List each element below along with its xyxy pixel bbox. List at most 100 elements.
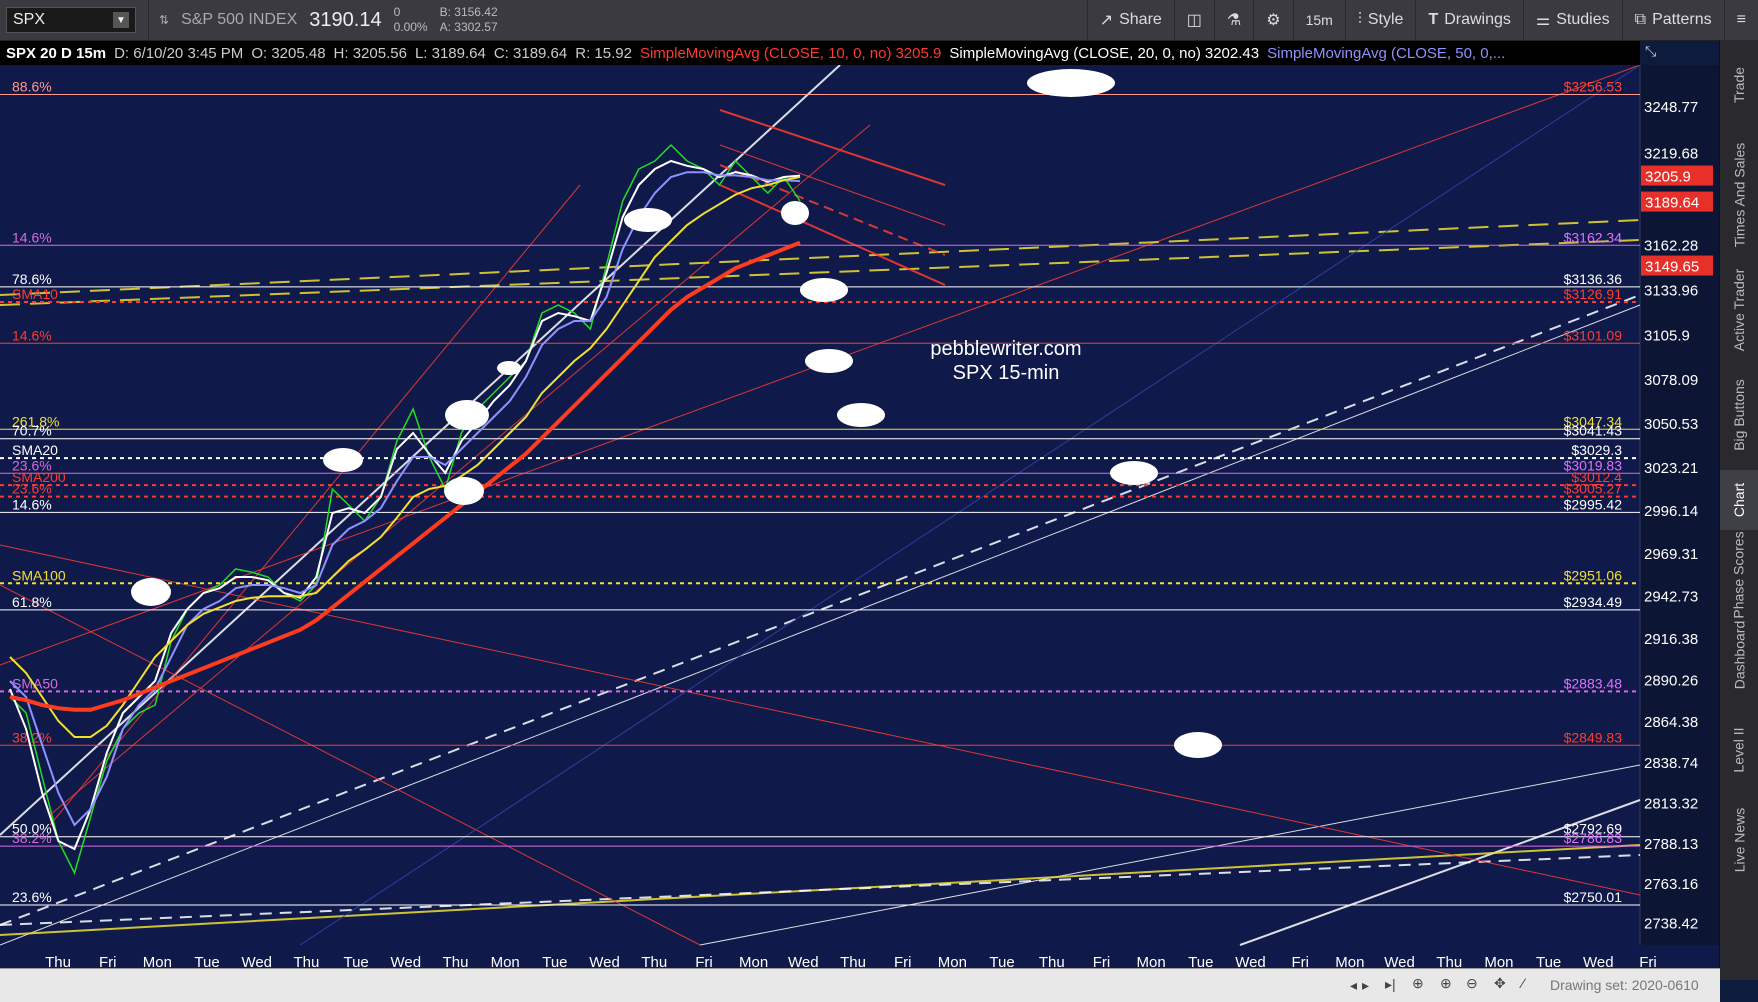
camera-icon: ◫: [1186, 12, 1202, 29]
side-tab-dashboard[interactable]: Dashboard: [1720, 610, 1758, 700]
y-tick-label: 2996.14: [1644, 503, 1698, 520]
y-tick-label: 2738.42: [1644, 916, 1698, 933]
zoom-out-icon[interactable]: ⊖: [1466, 975, 1478, 992]
pan-icon[interactable]: ✥: [1494, 975, 1506, 992]
bar-range: R: 15.92: [575, 44, 632, 62]
chart-info-bar: SPX 20 D 15m D: 6/10/20 3:45 PM O: 3205.…: [0, 41, 1640, 65]
link-icon[interactable]: ⇅: [159, 13, 169, 27]
x-tick-label: Mon: [938, 954, 967, 968]
marker-ellipse: [445, 400, 489, 430]
side-tab-label: Level II: [1731, 727, 1748, 773]
side-tab-level-ii[interactable]: Level II: [1720, 710, 1758, 790]
price-chart[interactable]: 88.6% $3256.53 14.6% $3162.34 78.6% $3136.36 S…: [0, 64, 1720, 971]
expand-icon[interactable]: ⤡: [1645, 43, 1656, 60]
side-tab-label: Big Buttons: [1731, 379, 1748, 451]
side-tab-live-news[interactable]: Live News: [1720, 800, 1758, 880]
sma50-label: SimpleMovingAvg (CLOSE, 50, 0,...: [1267, 44, 1506, 62]
symbol-selector[interactable]: SPX ▼: [6, 7, 136, 33]
side-tab-chart[interactable]: Chart: [1720, 470, 1758, 530]
marker-ellipse: [497, 361, 521, 375]
side-tab-big-buttons[interactable]: Big Buttons: [1720, 370, 1758, 460]
x-tick-label: Tue: [343, 954, 368, 968]
patterns-button[interactable]: ⧉ Patterns: [1621, 0, 1724, 40]
y-tick-label: 2864.38: [1644, 714, 1698, 731]
y-tick-label: 3023.21: [1644, 460, 1698, 477]
level-right-label: $2786.83: [1564, 830, 1623, 846]
scroll-right-icon[interactable]: ▸: [1362, 977, 1369, 994]
share-icon: ↗: [1099, 12, 1114, 29]
drawings-label: Drawings: [1444, 11, 1511, 28]
chevron-down-icon[interactable]: ▼: [113, 12, 129, 28]
marker-ellipse: [323, 448, 363, 472]
marker-ellipse: [131, 578, 171, 606]
y-tick-label: 2969.31: [1644, 546, 1698, 563]
camera-button[interactable]: ◫: [1173, 0, 1214, 40]
level-right-label: $3029.3: [1571, 442, 1622, 458]
side-tab-times-and-sales[interactable]: Times And Sales: [1720, 140, 1758, 250]
sma10-value: 3205.9: [895, 44, 942, 62]
side-tab-label: Chart: [1730, 482, 1747, 518]
marker-ellipse: [1027, 69, 1115, 97]
bar-open: O: 3205.48: [251, 44, 326, 62]
settings-button[interactable]: ⚙: [1253, 0, 1292, 40]
marker-ellipse: [800, 278, 848, 302]
x-tick-label: Thu: [641, 954, 667, 968]
menu-button[interactable]: ≡: [1723, 0, 1758, 40]
y-tick-label: 2890.26: [1644, 673, 1698, 690]
level-left-label: 23.6%: [12, 889, 52, 905]
watermark-text: SPX 15-min: [953, 362, 1060, 384]
x-tick-label: Wed: [241, 954, 272, 968]
change-percent: 0.00%: [393, 20, 428, 34]
x-tick-label: Mon: [143, 954, 172, 968]
zoom-in-icon[interactable]: ⊕: [1440, 975, 1452, 992]
side-tab-trade[interactable]: Trade: [1720, 50, 1758, 120]
level-left-label: 14.6%: [12, 496, 52, 512]
level-right-label: $2849.83: [1564, 729, 1623, 745]
last-price: 3190.14: [309, 8, 382, 31]
side-tab-active-trader[interactable]: Active Trader: [1720, 260, 1758, 360]
y-tick-label: 2838.74: [1644, 755, 1698, 772]
timeframe-button[interactable]: 15m: [1292, 0, 1345, 40]
scroll-end-icon[interactable]: ▸|: [1385, 976, 1396, 993]
level-left-label: SMA10: [12, 286, 58, 302]
y-tick-label: 2942.73: [1644, 589, 1698, 606]
level-left-label: 78.6%: [12, 271, 52, 287]
bar-high: H: 3205.56: [333, 44, 407, 62]
chart-area[interactable]: 88.6% $3256.53 14.6% $3162.34 78.6% $3136.36 S…: [0, 64, 1720, 971]
style-button[interactable]: ⫶ Style: [1344, 0, 1416, 40]
crosshair-icon[interactable]: ⊕: [1412, 975, 1424, 992]
marker-ellipse: [805, 349, 853, 373]
side-tab-phase-scores[interactable]: Phase Scores: [1720, 531, 1758, 618]
drawing-tool-icon[interactable]: ⁄: [1522, 975, 1524, 991]
text-tool-icon: T: [1428, 11, 1439, 28]
x-tick-label: Thu: [45, 954, 71, 968]
side-tab-label: Live News: [1731, 807, 1747, 873]
x-tick-label: Fri: [1291, 954, 1309, 968]
y-tick-label: 3078.09: [1644, 372, 1698, 389]
studies-label: Studies: [1556, 11, 1610, 28]
x-tick-label: Fri: [695, 954, 713, 968]
side-tab-label: Dashboard: [1731, 620, 1747, 690]
level-left-label: 38.2%: [12, 830, 52, 846]
drawings-button[interactable]: T Drawings: [1415, 0, 1522, 40]
level-left-label: 14.6%: [12, 327, 52, 343]
sma10-label: SimpleMovingAvg (CLOSE, 10, 0, no): [639, 44, 892, 62]
side-tab-label: Phase Scores: [1731, 531, 1748, 619]
bar-low: L: 3189.64: [414, 44, 486, 62]
quote-panel: ⇅ S&P 500 INDEX 3190.14 0 0.00% B: 3156.…: [148, 0, 508, 40]
marker-ellipse: [624, 208, 672, 232]
share-button[interactable]: ↗ Share: [1086, 0, 1174, 40]
level-right-label: $2750.01: [1564, 889, 1623, 905]
studies-button[interactable]: ⚌ Studies: [1522, 0, 1622, 40]
level-left-label: 14.6%: [12, 229, 52, 245]
flask-button[interactable]: ⚗: [1213, 0, 1253, 40]
marker-ellipse: [1110, 461, 1158, 485]
studies-icon: ⚌: [1535, 12, 1551, 29]
level-right-label: $3136.36: [1564, 271, 1623, 287]
x-tick-label: Wed: [391, 954, 422, 968]
scroll-left-icon[interactable]: ◂: [1350, 977, 1357, 994]
top-toolbar: SPX ▼ ⇅ S&P 500 INDEX 3190.14 0 0.00% B:…: [0, 0, 1758, 41]
y-tick-label: 2916.38: [1644, 631, 1698, 648]
x-tick-label: Wed: [1384, 954, 1415, 968]
bid-ask-block: B: 3156.42 A: 3302.57: [440, 5, 498, 35]
